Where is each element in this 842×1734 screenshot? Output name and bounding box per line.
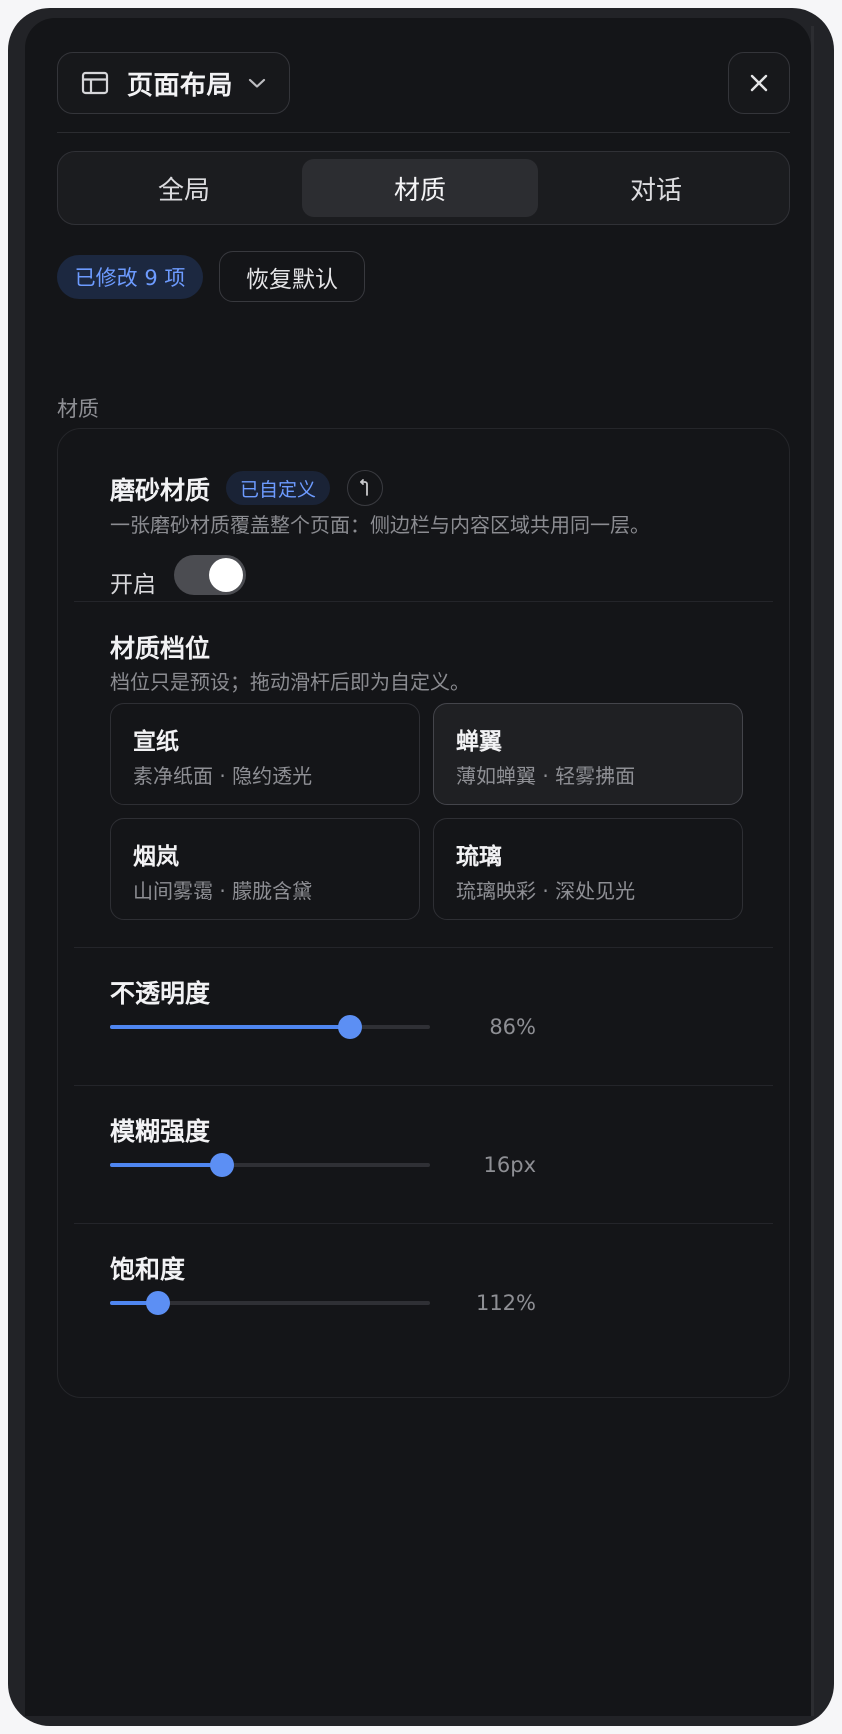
preset-card-yanlan[interactable]: 烟岚 山间雾霭 · 朦胧含黛 [110, 818, 420, 920]
blur-slider[interactable] [110, 1150, 430, 1180]
divider [74, 1223, 773, 1224]
settings-panel: 页面布局 全局 材质 对话 已修改 9 项 恢复默认 材质 磨砂材质 已自定义 … [25, 18, 811, 1716]
tab-material[interactable]: 材质 [302, 159, 538, 217]
undo-icon [357, 479, 373, 497]
close-button[interactable] [728, 52, 790, 114]
modified-count-badge: 已修改 9 项 [57, 255, 203, 299]
preset-name: 蝉翼 [456, 729, 502, 755]
undo-button[interactable] [347, 470, 383, 506]
material-settings-card: 磨砂材质 已自定义 一张磨砂材质覆盖整个页面：侧边栏与内容区域共用同一层。 开启… [57, 428, 790, 1398]
section-label: 材质 [57, 397, 99, 421]
header-divider [57, 132, 790, 133]
divider [74, 601, 773, 602]
frosted-toggle[interactable] [174, 555, 246, 595]
panel-title: 页面布局 [127, 70, 234, 101]
blur-title: 模糊强度 [110, 1117, 211, 1146]
preset-name: 烟岚 [133, 844, 179, 870]
divider [74, 1085, 773, 1086]
blur-value: 16px [483, 1153, 536, 1177]
preset-description: 薄如蝉翼 · 轻雾拂面 [456, 764, 636, 788]
opacity-title: 不透明度 [110, 979, 211, 1008]
divider [74, 947, 773, 948]
preset-description: 琉璃映彩 · 深处见光 [456, 879, 636, 903]
slider-thumb[interactable] [210, 1153, 234, 1177]
preset-card-xuanzhi[interactable]: 宣纸 素净纸面 · 隐约透光 [110, 703, 420, 805]
preset-description: 素净纸面 · 隐约透光 [133, 764, 313, 788]
tab-dialog[interactable]: 对话 [538, 159, 774, 217]
presets-title: 材质档位 [110, 634, 211, 663]
slider-thumb[interactable] [338, 1015, 362, 1039]
opacity-slider[interactable] [110, 1012, 430, 1042]
frosted-description: 一张磨砂材质覆盖整个页面：侧边栏与内容区域共用同一层。 [110, 513, 650, 537]
tab-global[interactable]: 全局 [66, 159, 302, 217]
preset-description: 山间雾霭 · 朦胧含黛 [133, 879, 313, 903]
opacity-value: 86% [489, 1015, 536, 1039]
toggle-label: 开启 [110, 572, 156, 598]
presets-description: 档位只是预设；拖动滑杆后即为自定义。 [110, 670, 470, 694]
saturation-slider[interactable] [110, 1288, 430, 1318]
customized-badge: 已自定义 [226, 471, 330, 505]
slider-thumb[interactable] [146, 1291, 170, 1315]
preset-card-chanyi[interactable]: 蝉翼 薄如蝉翼 · 轻雾拂面 [433, 703, 743, 805]
frosted-title: 磨砂材质 [110, 476, 211, 505]
tab-bar: 全局 材质 对话 [57, 151, 790, 225]
layout-icon [81, 68, 111, 98]
close-icon [749, 73, 769, 93]
toggle-knob [209, 558, 243, 592]
preset-name: 宣纸 [133, 729, 179, 755]
scrollbar[interactable] [811, 26, 814, 1716]
preset-name: 琉璃 [456, 844, 502, 870]
saturation-title: 饱和度 [110, 1255, 186, 1284]
chevron-down-icon [247, 72, 269, 94]
preset-card-liuli[interactable]: 琉璃 琉璃映彩 · 深处见光 [433, 818, 743, 920]
layout-selector[interactable]: 页面布局 [57, 52, 290, 114]
saturation-value: 112% [475, 1291, 536, 1315]
app-window: 页面布局 全局 材质 对话 已修改 9 项 恢复默认 材质 磨砂材质 已自定义 … [8, 8, 834, 1726]
slider-fill [110, 1025, 350, 1029]
reset-defaults-button[interactable]: 恢复默认 [219, 251, 365, 302]
slider-fill [110, 1163, 222, 1167]
